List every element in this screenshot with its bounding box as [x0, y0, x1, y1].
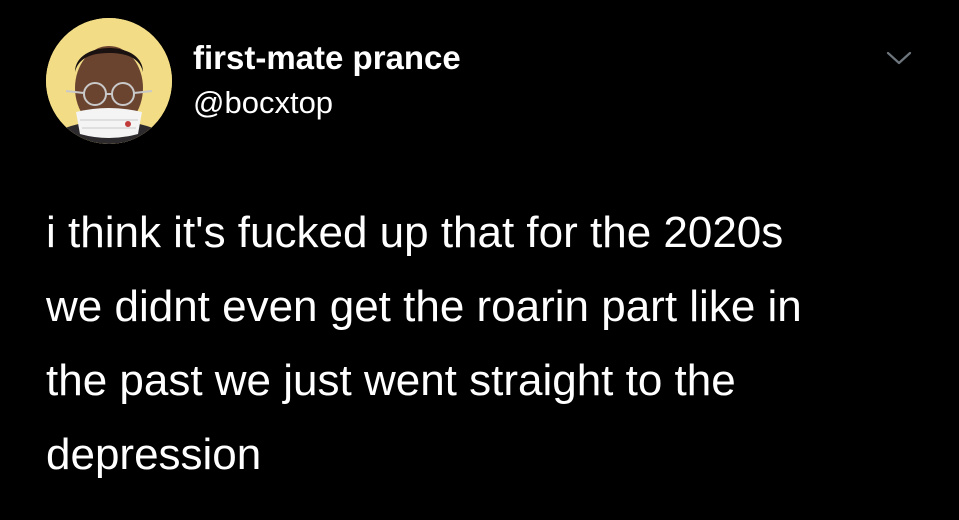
avatar-portrait-icon — [46, 18, 172, 144]
author-info: first-mate prance @bocxtop — [193, 38, 461, 122]
author-handle[interactable]: @bocxtop — [193, 84, 461, 122]
chevron-down-icon — [886, 51, 912, 65]
tweet-body: i think it's fucked up that for the 2020… — [46, 196, 926, 492]
profile-avatar[interactable] — [46, 18, 172, 144]
tweet-text-line: the past we just went straight to the — [46, 356, 736, 405]
tweet-text-line: we didnt even get the roarin part like i… — [46, 282, 802, 331]
tweet-text-line: depression — [46, 430, 262, 479]
author-display-name[interactable]: first-mate prance — [193, 38, 461, 78]
more-options-button[interactable] — [884, 46, 914, 70]
tweet-card: first-mate prance @bocxtop i think it's … — [0, 0, 959, 520]
tweet-text-line: i think it's fucked up that for the 2020… — [46, 208, 784, 257]
